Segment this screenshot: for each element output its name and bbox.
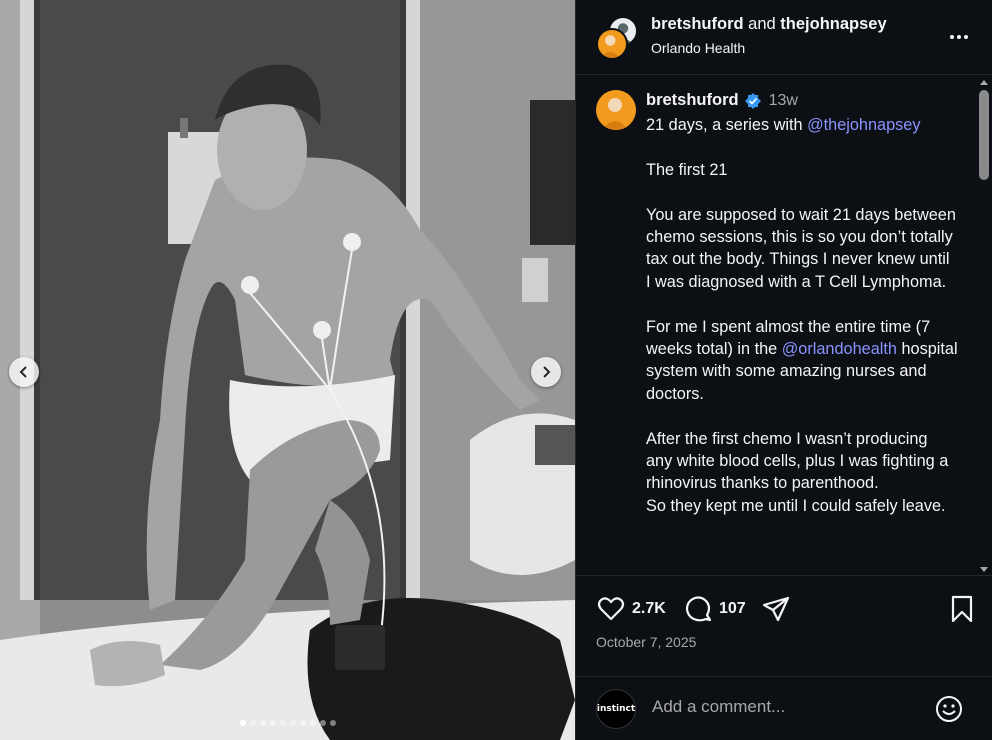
mention-link[interactable]: @thejohnapsey [807,116,920,134]
carousel-dot [259,720,266,726]
collaborator-username[interactable]: thejohnapsey [780,15,886,33]
post-header: bretshuford and thejohnapsey Orlando Hea… [576,0,992,75]
like-count[interactable]: 2.7K [632,600,666,618]
carousel-dot [279,720,286,726]
mention-link[interactable]: @orlandohealth [782,340,897,358]
carousel-dot [329,720,336,726]
avatar[interactable]: instinct [596,689,636,729]
caption-header: bretshuford 13w [646,91,798,110]
heart-icon [597,597,625,621]
carousel-dot [319,720,326,726]
share-icon [762,596,790,622]
caption-text: 21 days, a series with @thejohnapsey The… [646,116,958,515]
scroll-down-arrow[interactable] [980,567,988,572]
chevron-right-icon [543,366,551,378]
carousel-dot [289,720,296,726]
like-button[interactable]: 2.7K [596,594,666,624]
bookmark-icon [951,595,973,623]
comments-area[interactable]: bretshuford 13w 21 days, a series with @… [576,76,992,576]
caption-username[interactable]: bretshuford [646,91,739,110]
emoji-icon[interactable] [934,694,964,724]
action-bar: 2.7K 107 [576,590,992,630]
carousel-dot [269,720,276,726]
scroll-up-arrow[interactable] [980,80,988,85]
location-link[interactable]: Orlando Health [651,40,745,56]
avatar[interactable] [596,90,636,130]
more-icon[interactable] [948,26,970,48]
comment-count[interactable]: 107 [719,600,746,618]
scrollbar-thumb[interactable] [979,90,989,180]
carousel-dot [299,720,306,726]
carousel-dots [0,720,575,726]
carousel-prev-button[interactable] [9,357,39,387]
carousel-dot [309,720,316,726]
share-button[interactable] [761,594,791,624]
post-media[interactable] [0,0,575,740]
save-button[interactable] [947,594,977,624]
post-panel: bretshuford and thejohnapsey Orlando Hea… [575,0,992,740]
caption-timestamp[interactable]: 13w [769,92,798,110]
avatar[interactable] [596,28,628,60]
collaborator-username[interactable]: bretshuford [651,15,744,33]
carousel-dot [239,720,246,726]
collaborator-avatars[interactable] [596,16,640,60]
post-photo [0,0,575,740]
verified-icon [744,92,761,109]
collaborator-names: bretshuford and thejohnapsey [651,15,887,33]
carousel-dot [249,720,256,726]
comment-button[interactable]: 107 [683,594,746,624]
comments-scrollbar[interactable] [976,76,992,575]
comment-icon [685,596,712,622]
comment-input[interactable] [652,697,922,717]
post-date[interactable]: October 7, 2025 [596,634,696,650]
add-comment-bar: instinct [576,676,992,740]
carousel-next-button[interactable] [531,357,561,387]
chevron-left-icon [19,366,27,378]
